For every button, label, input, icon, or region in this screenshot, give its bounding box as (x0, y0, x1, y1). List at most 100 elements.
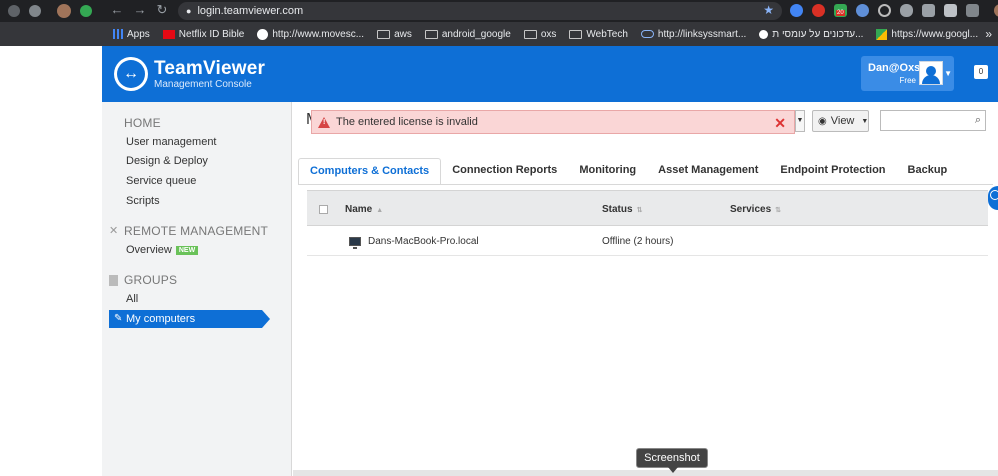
bookmarks-overflow-button[interactable]: » (985, 27, 992, 41)
browser-toolbar: ← → ↻ ● login.teamviewer.com ★ 20 (0, 0, 998, 22)
column-label: Services (730, 204, 772, 215)
error-alert: ! The entered license is invalid ✕ (311, 110, 795, 134)
bottom-bar (293, 470, 998, 476)
extension-blue-icon[interactable] (790, 4, 803, 17)
close-icon[interactable]: ✕ (774, 115, 786, 132)
extension-cloud-icon[interactable] (900, 4, 913, 17)
sidebar-item-all[interactable]: All (126, 293, 138, 305)
url-text: login.teamviewer.com (197, 5, 304, 17)
bookmarks-list: Apps Netflix ID Bible http://www.movesc.… (0, 28, 991, 40)
computer-status: Offline (2 hours) (602, 236, 674, 247)
reload-icon[interactable]: ↻ (152, 2, 172, 18)
help-icon (990, 190, 998, 200)
eye-icon: ◉ (818, 115, 827, 127)
groups-icon (109, 275, 118, 286)
brand-name: TeamViewer (154, 58, 266, 79)
tab-backup[interactable]: Backup (897, 158, 959, 184)
column-header-status[interactable]: Status ⇅ (602, 204, 642, 215)
column-header-services[interactable]: Services ⇅ (730, 204, 781, 215)
bookmark-label: http://www.movesc... (272, 28, 365, 40)
column-header-name[interactable]: Name ▲ (345, 204, 383, 215)
sidebar-item-service-queue[interactable]: Service queue (126, 175, 196, 187)
side-help-tab[interactable] (988, 186, 998, 210)
drive-icon[interactable] (29, 5, 41, 17)
bookmark-webtech[interactable]: WebTech (569, 29, 628, 40)
apps-grid-icon (113, 29, 123, 39)
sidebar-item-my-computers[interactable]: ✎ My computers (109, 310, 270, 328)
sort-icon: ⇅ (775, 207, 782, 214)
bookmarks-bar: Apps Netflix ID Bible http://www.movesc.… (0, 22, 998, 46)
tab-monitoring[interactable]: Monitoring (568, 158, 647, 184)
bookmark-netflix[interactable]: Netflix ID Bible (162, 28, 245, 40)
pencil-icon[interactable]: ✎ (114, 310, 122, 328)
extension-square-icon[interactable] (966, 4, 979, 17)
alert-message: The entered license is invalid (336, 116, 478, 128)
extension-o-icon[interactable] (878, 4, 891, 17)
extensions-row: 20 (790, 4, 998, 17)
extension-gray-icon[interactable] (922, 4, 935, 17)
lock-icon: ● (186, 6, 192, 16)
computer-name[interactable]: Dans-MacBook-Pro.local (368, 236, 479, 247)
search-field[interactable]: ⌕ (880, 110, 986, 131)
sidebar-heading-home[interactable]: HOME (124, 116, 161, 130)
bookmark-label: Netflix ID Bible (178, 28, 245, 40)
tab-computers-contacts[interactable]: Computers & Contacts (298, 158, 442, 184)
address-bar[interactable]: ● login.teamviewer.com ★ (178, 2, 782, 20)
extension-doc-icon[interactable] (944, 4, 957, 17)
forward-icon[interactable]: → (130, 2, 150, 17)
group-dropdown-button[interactable]: ▼ (795, 110, 805, 132)
extension-circle-icon[interactable] (856, 4, 869, 17)
extension-plus-icon[interactable] (80, 5, 92, 17)
bookmark-label: WebTech (586, 28, 628, 40)
tab-connection-reports[interactable]: Connection Reports (441, 158, 568, 184)
table-row[interactable]: Dans-MacBook-Pro.local Offline (2 hours) (307, 226, 988, 256)
tabs-divider (298, 184, 993, 185)
search-input[interactable] (881, 111, 969, 130)
search-icon[interactable]: ⌕ (975, 114, 981, 127)
bookmark-oxs[interactable]: oxs (523, 28, 557, 40)
sidebar-item-design-deploy[interactable]: Design & Deploy (126, 155, 208, 167)
site-icon (257, 28, 269, 40)
extension-badge: 20 (836, 10, 845, 16)
bookmark-hebrew[interactable]: עדכונים על עומסי ת... (759, 29, 863, 40)
folder-icon (377, 29, 391, 39)
sidebar: HOME User management Design & Deploy Ser… (102, 102, 292, 476)
tab-endpoint-protection[interactable]: Endpoint Protection (769, 158, 896, 184)
site-icon (759, 29, 769, 39)
folder-icon (569, 29, 583, 39)
chevron-down-icon: ▼ (861, 117, 869, 125)
avatar-icon[interactable] (57, 4, 71, 18)
back-icon[interactable]: ← (107, 2, 127, 17)
bookmark-apps[interactable]: Apps (113, 29, 150, 40)
bookmark-label: http://linksyssmart... (657, 28, 747, 40)
sidebar-item-user-management[interactable]: User management (126, 136, 217, 148)
column-label: Name (345, 204, 373, 215)
screenshot-tooltip: Screenshot (636, 448, 708, 473)
extension-red-icon[interactable] (812, 4, 825, 17)
bookmark-android-google[interactable]: android_google (424, 29, 511, 40)
view-label: View (830, 115, 855, 127)
user-menu[interactable]: Dan@Oxs Free ▼ (861, 56, 954, 91)
bookmark-google[interactable]: https://www.googl... (876, 28, 978, 40)
bookmark-linksys[interactable]: http://linksyssmart... (640, 28, 747, 40)
sidebar-heading-remote-management[interactable]: REMOTE MANAGEMENT (124, 224, 268, 238)
bookmark-aws[interactable]: aws (377, 29, 412, 40)
sidebar-item-overview[interactable]: Overview NEW (126, 244, 199, 256)
bookmark-label: oxs (540, 28, 557, 40)
sidebar-item-scripts[interactable]: Scripts (126, 195, 160, 207)
teamviewer-logo-icon[interactable]: ↔ (114, 57, 148, 91)
tab-asset-management[interactable]: Asset Management (647, 158, 769, 184)
brand-subtitle: Management Console (154, 79, 252, 90)
sidebar-item-label: Overview (126, 244, 172, 256)
extension-green-badge-icon[interactable]: 20 (834, 4, 847, 17)
sidebar-item-label: My computers (126, 313, 196, 325)
user-avatar-icon[interactable] (994, 4, 998, 17)
profile-icon[interactable] (8, 5, 20, 17)
select-all-checkbox[interactable] (319, 205, 328, 214)
bookmark-star-icon[interactable]: ★ (763, 3, 774, 17)
sidebar-heading-groups[interactable]: GROUPS (124, 273, 177, 287)
bookmark-label: עדכונים על עומסי ת... (772, 28, 864, 40)
notifications-icon[interactable]: 0 (974, 65, 988, 79)
view-dropdown-button[interactable]: ◉ View ▼ (812, 110, 869, 132)
bookmark-movesc[interactable]: http://www.movesc... (257, 28, 365, 40)
